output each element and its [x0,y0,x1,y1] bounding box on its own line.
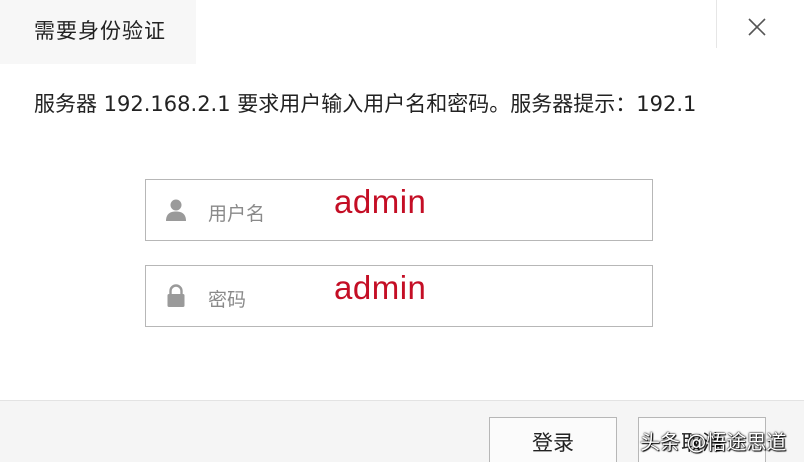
password-field[interactable]: 密码 admin [145,265,653,327]
close-button[interactable] [742,12,772,42]
auth-dialog: 需要身份验证 服务器 192.168.2.1 要求用户输入用户名和密码。服务器提… [0,0,804,462]
dialog-title: 需要身份验证 [34,19,166,43]
username-value: admin [334,183,427,220]
password-placeholder: 密码 [208,289,247,311]
close-icon [742,12,772,42]
lock-icon [163,283,189,309]
login-button[interactable]: 登录 [489,417,617,462]
title-divider [716,0,717,48]
watermark: 头条 @悟途思道 [640,430,787,454]
password-value: admin [334,269,427,306]
username-placeholder: 用户名 [208,203,266,225]
user-icon [163,197,189,223]
server-prompt-message: 服务器 192.168.2.1 要求用户输入用户名和密码。服务器提示：192.1 [34,92,697,116]
username-field[interactable]: 用户名 admin [145,179,653,241]
